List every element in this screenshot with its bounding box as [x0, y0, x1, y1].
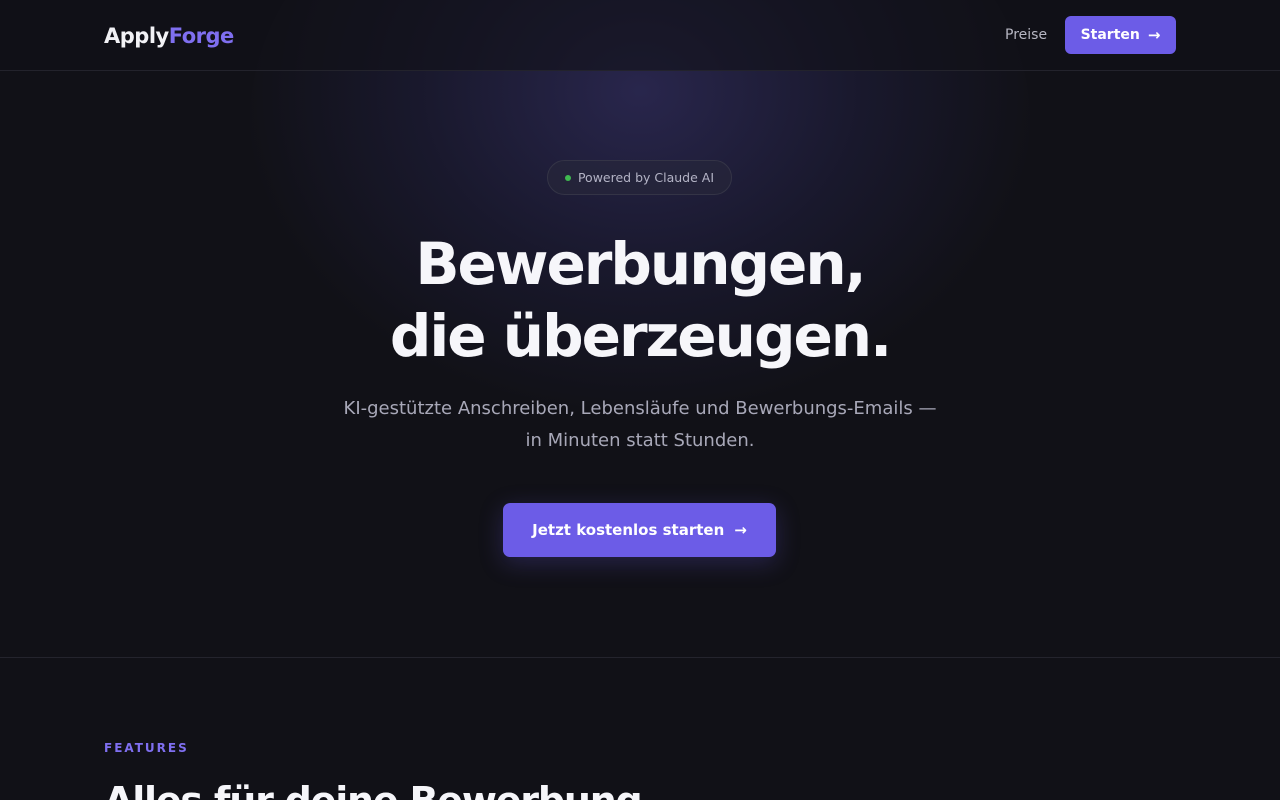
start-button[interactable]: Starten → — [1065, 16, 1176, 54]
hero-headline-line2: die überzeugen. — [389, 302, 892, 370]
nav-link-pricing[interactable]: Preise — [1005, 26, 1047, 44]
top-navbar: ApplyForge Preise Starten → — [0, 0, 1280, 71]
hero-subtitle: KI-gestützte Anschreiben, Lebensläufe un… — [343, 398, 937, 451]
arrow-right-icon: → — [734, 520, 747, 539]
start-button-label: Starten — [1080, 27, 1140, 43]
logo[interactable]: ApplyForge — [104, 22, 234, 50]
badge-text: Powered by Claude AI — [577, 170, 715, 185]
logo-text-forge: Forge — [168, 24, 235, 48]
status-dot-icon — [564, 174, 571, 181]
start-free-button[interactable]: Jetzt kostenlos starten → — [503, 503, 776, 557]
arrow-right-icon: → — [1147, 25, 1161, 44]
section-divider — [0, 657, 1280, 658]
features-title: Alles für deine Bewerbung — [104, 778, 643, 800]
hero-headline-line1: Bewerbungen, — [415, 230, 866, 298]
logo-text-apply: Apply — [104, 24, 169, 48]
landing-page: ApplyForge Preise Starten → Powered by C… — [0, 0, 1280, 800]
start-free-button-label: Jetzt kostenlos starten — [532, 521, 725, 539]
features-eyebrow: FEATURES — [104, 741, 189, 755]
powered-by-badge: Powered by Claude AI — [547, 160, 732, 195]
